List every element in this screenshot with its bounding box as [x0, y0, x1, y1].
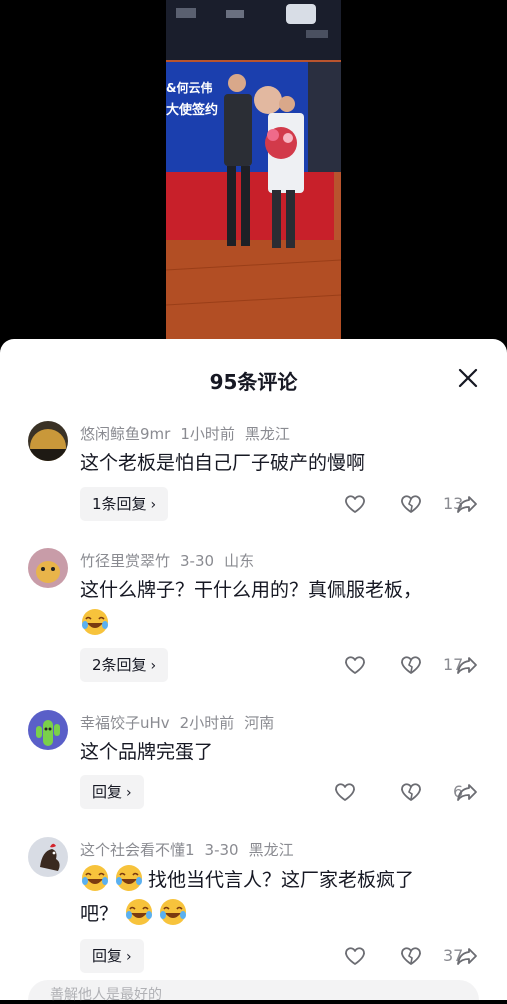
reply-button[interactable]: 回复 › [80, 939, 144, 973]
banner-text-top: &何云伟 [166, 80, 212, 95]
username[interactable]: 幸福饺子uHv [80, 714, 170, 732]
comment-text-line: 吧？ [80, 903, 119, 925]
video-frame: &何云伟 大使签约 [166, 0, 341, 340]
broken-heart-icon[interactable] [399, 492, 423, 516]
comment-text-line: 找他当代言人？这厂家老板疯了 [80, 863, 485, 897]
comment-meta: 幸福饺子uHv 2小时前 河南 [80, 712, 284, 733]
username[interactable]: 悠闲鲸鱼9mr [80, 425, 170, 443]
comment-actions: 37 [299, 939, 479, 973]
chevron-right-icon: › [150, 497, 157, 513]
reply-label: 回复 [92, 947, 123, 965]
username[interactable]: 竹径里赏翠竹 [80, 552, 170, 570]
reply-button[interactable]: 回复 › [80, 775, 144, 809]
comment-input-placeholder: 善解他人是最好的 [50, 987, 162, 1003]
broken-heart-icon[interactable] [399, 944, 423, 968]
comment-text-line: 找他当代言人？这厂家老板疯了 [148, 869, 415, 891]
heart-icon[interactable] [343, 653, 367, 677]
chevron-right-icon: › [150, 658, 157, 674]
comment-text[interactable]: 这个老板是怕自己厂子破产的慢啊 [80, 447, 485, 480]
comment-time: 2小时前 [179, 714, 235, 732]
comment-time: 3-30 [204, 841, 239, 859]
broken-heart-icon[interactable] [399, 780, 423, 804]
comment-input[interactable]: 善解他人是最好的 [28, 980, 479, 1003]
share-arrow-icon[interactable] [455, 492, 479, 516]
comment-text-line: 吧？ [80, 897, 485, 931]
video-player[interactable]: &何云伟 大使签约 [166, 0, 341, 340]
chevron-right-icon: › [126, 949, 132, 965]
username[interactable]: 这个社会看不懂1 [80, 841, 195, 859]
laugh-cry-emoji-icon [126, 899, 153, 925]
comment-meta: 悠闲鲸鱼9mr 1小时前 黑龙江 [80, 423, 300, 444]
comment-meta: 竹径里赏翠竹 3-30 山东 [80, 550, 264, 571]
comment-actions: 6 [299, 775, 479, 809]
laugh-cry-emoji-icon [160, 899, 187, 925]
comment-text[interactable]: 找他当代言人？这厂家老板疯了 吧？ [80, 863, 485, 931]
broken-heart-icon[interactable] [399, 653, 423, 677]
comment-count-title: 95条评论 [209, 370, 298, 394]
reply-label: 2条回复 [92, 656, 147, 674]
comment-location: 山东 [224, 552, 255, 570]
view-replies-button[interactable]: 1条回复 › [80, 487, 169, 521]
comment-time: 1小时前 [180, 425, 235, 443]
comment-meta: 这个社会看不懂1 3-30 黑龙江 [80, 839, 304, 860]
share-arrow-icon[interactable] [455, 653, 479, 677]
share-arrow-icon[interactable] [455, 780, 479, 804]
laugh-cry-emoji-icon [82, 865, 108, 891]
comment-location: 黑龙江 [248, 841, 294, 859]
reply-label: 回复 [92, 783, 123, 801]
laugh-cry-emoji-icon [116, 865, 142, 891]
heart-icon[interactable] [343, 944, 367, 968]
heart-icon[interactable] [333, 780, 357, 804]
chevron-right-icon: › [126, 785, 132, 801]
avatar[interactable] [28, 837, 68, 877]
comment-location: 黑龙江 [244, 425, 290, 443]
close-icon[interactable] [457, 367, 479, 389]
reply-label: 1条回复 [92, 495, 147, 513]
view-replies-button[interactable]: 2条回复 › [80, 648, 169, 682]
comment-location: 河南 [244, 714, 275, 732]
heart-icon[interactable] [343, 492, 367, 516]
comment-actions: 13 [299, 487, 479, 521]
avatar[interactable] [28, 421, 68, 461]
comment-text-line [80, 607, 485, 641]
share-arrow-icon[interactable] [455, 944, 479, 968]
laugh-cry-emoji-icon [82, 609, 108, 635]
banner-text-bottom: 大使签约 [166, 102, 218, 118]
comment-text[interactable]: 这个品牌完蛋了 [80, 736, 485, 769]
comment-text-line: 这什么牌子？干什么用的？真佩服老板， [80, 579, 423, 601]
avatar[interactable] [28, 710, 68, 750]
comment-text[interactable]: 这什么牌子？干什么用的？真佩服老板， [80, 574, 485, 641]
avatar[interactable] [28, 548, 68, 588]
comment-time: 3-30 [180, 552, 215, 570]
comment-actions: 17 [299, 648, 479, 682]
